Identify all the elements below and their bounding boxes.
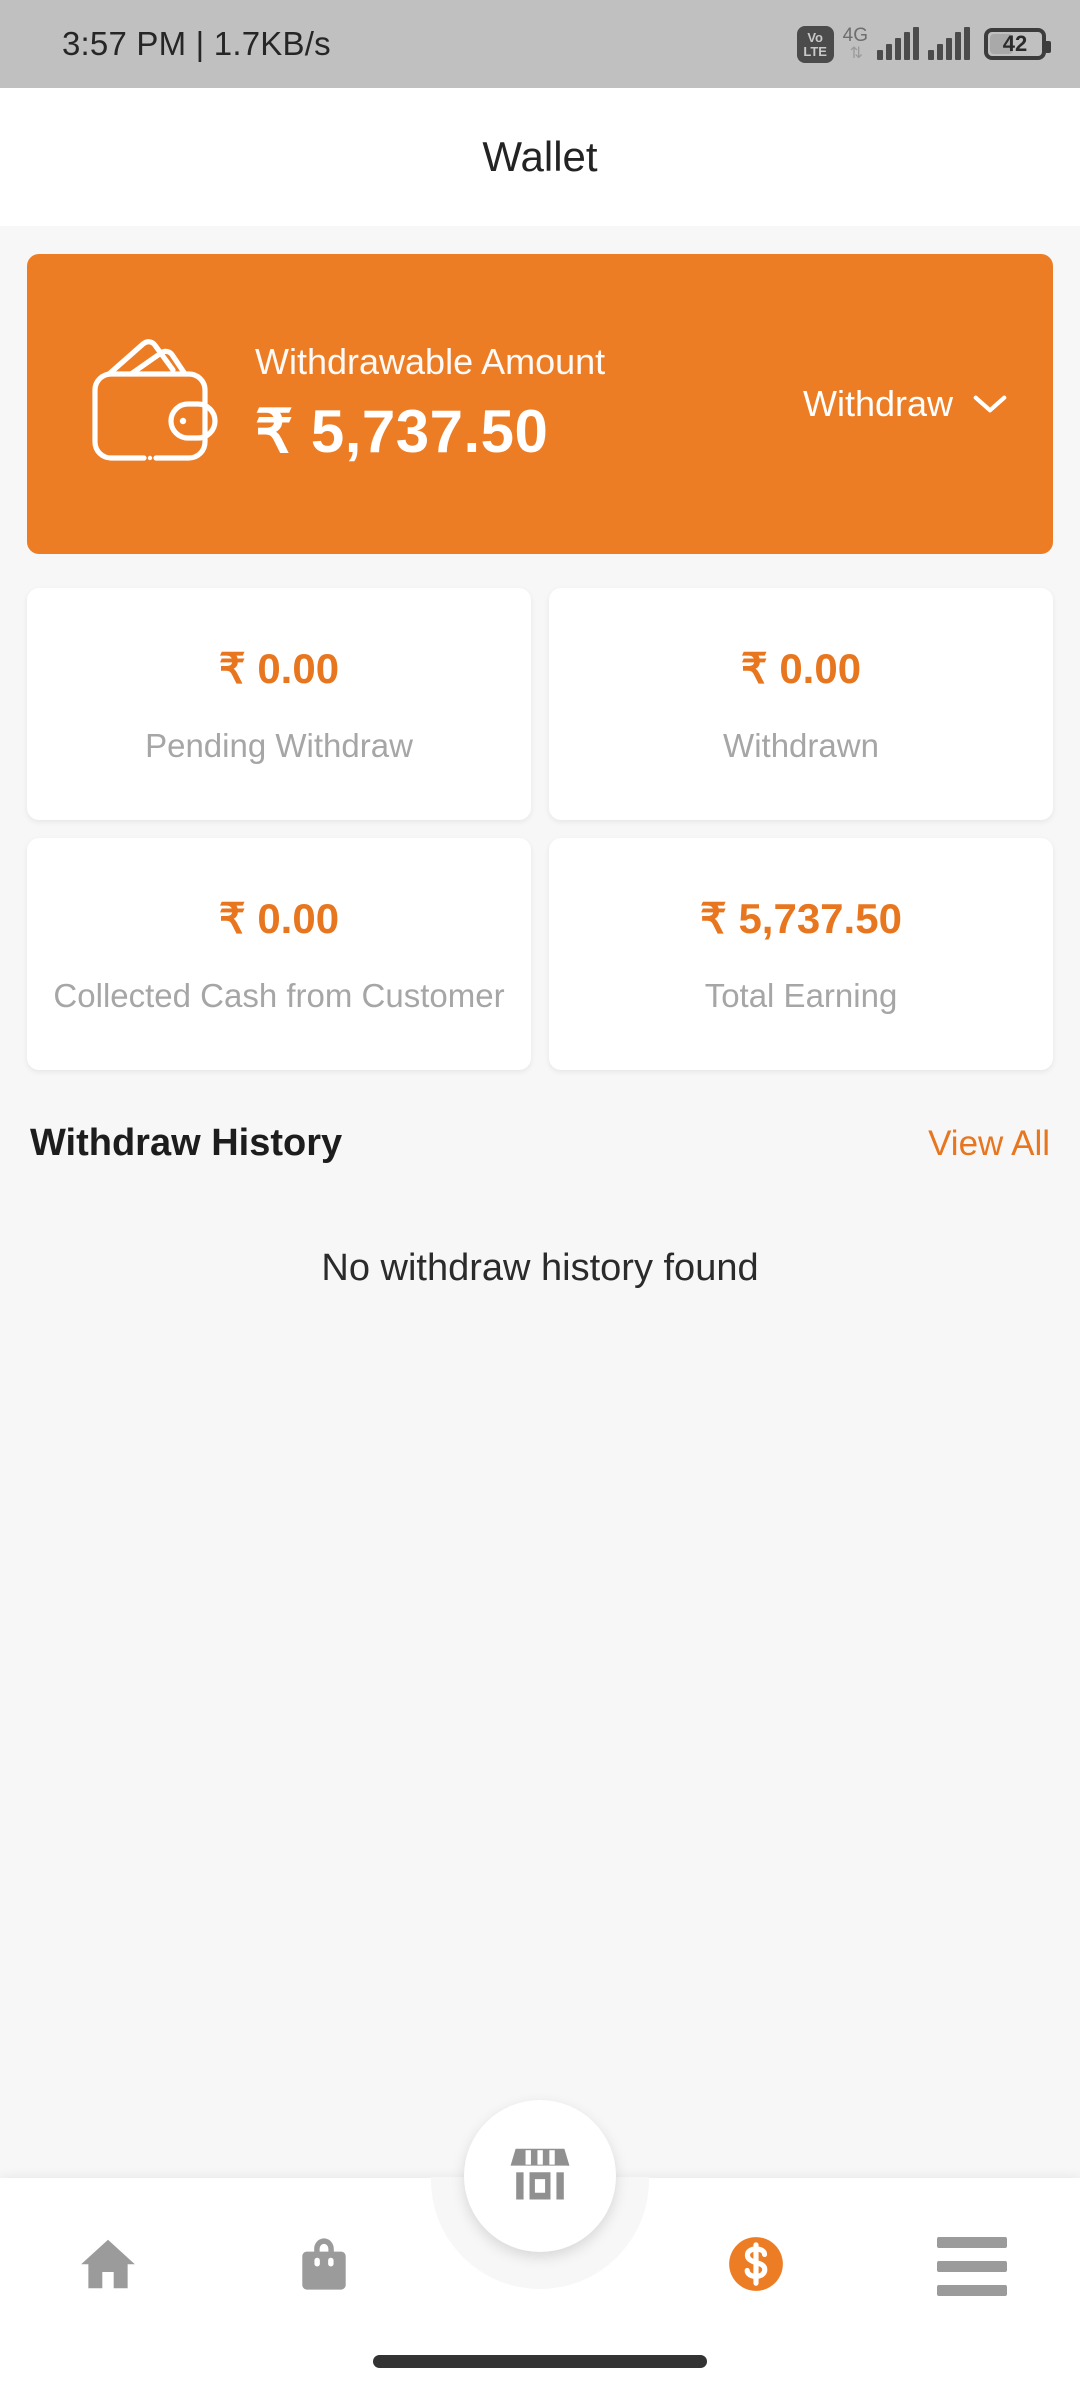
view-all-link[interactable]: View All [928,1124,1050,1164]
volte-bottom-text: LTE [803,43,827,59]
stat-value: ₹ 0.00 [740,644,862,692]
stat-card-total-earning[interactable]: ₹ 5,737.50 Total Earning [549,838,1053,1070]
withdraw-button-label: Withdraw [802,383,953,424]
stat-label: Pending Withdraw [145,726,413,764]
page-title: Wallet [482,133,598,180]
stat-value: ₹ 0.00 [218,644,340,692]
chevron-down-icon [971,383,1009,425]
dollar-coin-icon [725,2233,787,2300]
status-time-and-network: 3:57 PM | 1.7KB/s [62,25,331,62]
network-type-label: 4G [842,25,868,46]
stat-card-withdrawn[interactable]: ₹ 0.00 Withdrawn [549,588,1053,820]
nav-item-wallet[interactable] [648,2178,864,2354]
withdraw-history-title: Withdraw History [30,1122,343,1164]
data-transfer-arrows-icon: ⇅ [849,45,863,62]
withdrawable-amount-info: Withdrawable Amount ₹ 5,737.50 [255,341,793,467]
shopping-bag-icon [295,2233,353,2300]
status-indicators: Vo LTE 4G ⇅ 42 [796,25,1051,63]
withdraw-history-empty-message: No withdraw history found [321,1247,759,1289]
app-bar: Wallet [0,88,1080,226]
volte-top-text: Vo [807,29,823,45]
volte-icon: Vo LTE [796,25,834,63]
withdraw-history-header: Withdraw History View All [27,1122,1053,1165]
nav-item-orders[interactable] [216,2178,432,2354]
stat-label: Collected Cash from Customer [53,976,505,1014]
signal-strength-sim2-icon [928,27,970,60]
nav-item-store-fab[interactable] [464,2100,616,2252]
battery-percent-text: 42 [1002,31,1028,56]
home-icon [77,2233,139,2300]
phone-screen: 3:57 PM | 1.7KB/s Vo LTE 4G ⇅ 42 Wallet … [0,0,1080,2400]
stat-label: Withdrawn [723,726,879,764]
withdrawable-amount-label: Withdrawable Amount [255,341,606,382]
status-bar: 3:57 PM | 1.7KB/s Vo LTE 4G ⇅ 42 [0,0,1080,88]
signal-strength-sim1-icon [877,27,919,60]
nav-item-menu[interactable] [864,2178,1080,2354]
withdraw-dropdown-button[interactable]: Withdraw [793,383,1009,425]
hamburger-menu-icon [937,2236,1007,2296]
wallet-stats-grid: ₹ 0.00 Pending Withdraw ₹ 0.00 Withdrawn… [27,588,1053,1070]
home-indicator [373,2355,707,2368]
nav-item-home[interactable] [0,2178,216,2354]
wallet-icon [81,338,219,471]
bottom-navigation-bar [0,2100,1080,2400]
store-icon [506,2140,574,2213]
stat-card-collected-cash[interactable]: ₹ 0.00 Collected Cash from Customer [27,838,531,1070]
stat-label: Total Earning [704,976,898,1014]
battery-icon: 42 [984,28,1051,60]
stat-value: ₹ 5,737.50 [700,894,902,942]
stat-card-pending-withdraw[interactable]: ₹ 0.00 Pending Withdraw [27,588,531,820]
stat-value: ₹ 0.00 [218,894,340,942]
network-type-group: 4G ⇅ [843,26,868,62]
page-content: Withdrawable Amount ₹ 5,737.50 Withdraw … [0,226,1080,2178]
withdrawable-amount-card[interactable]: Withdrawable Amount ₹ 5,737.50 Withdraw [27,254,1053,554]
withdrawable-amount-value: ₹ 5,737.50 [255,398,549,465]
